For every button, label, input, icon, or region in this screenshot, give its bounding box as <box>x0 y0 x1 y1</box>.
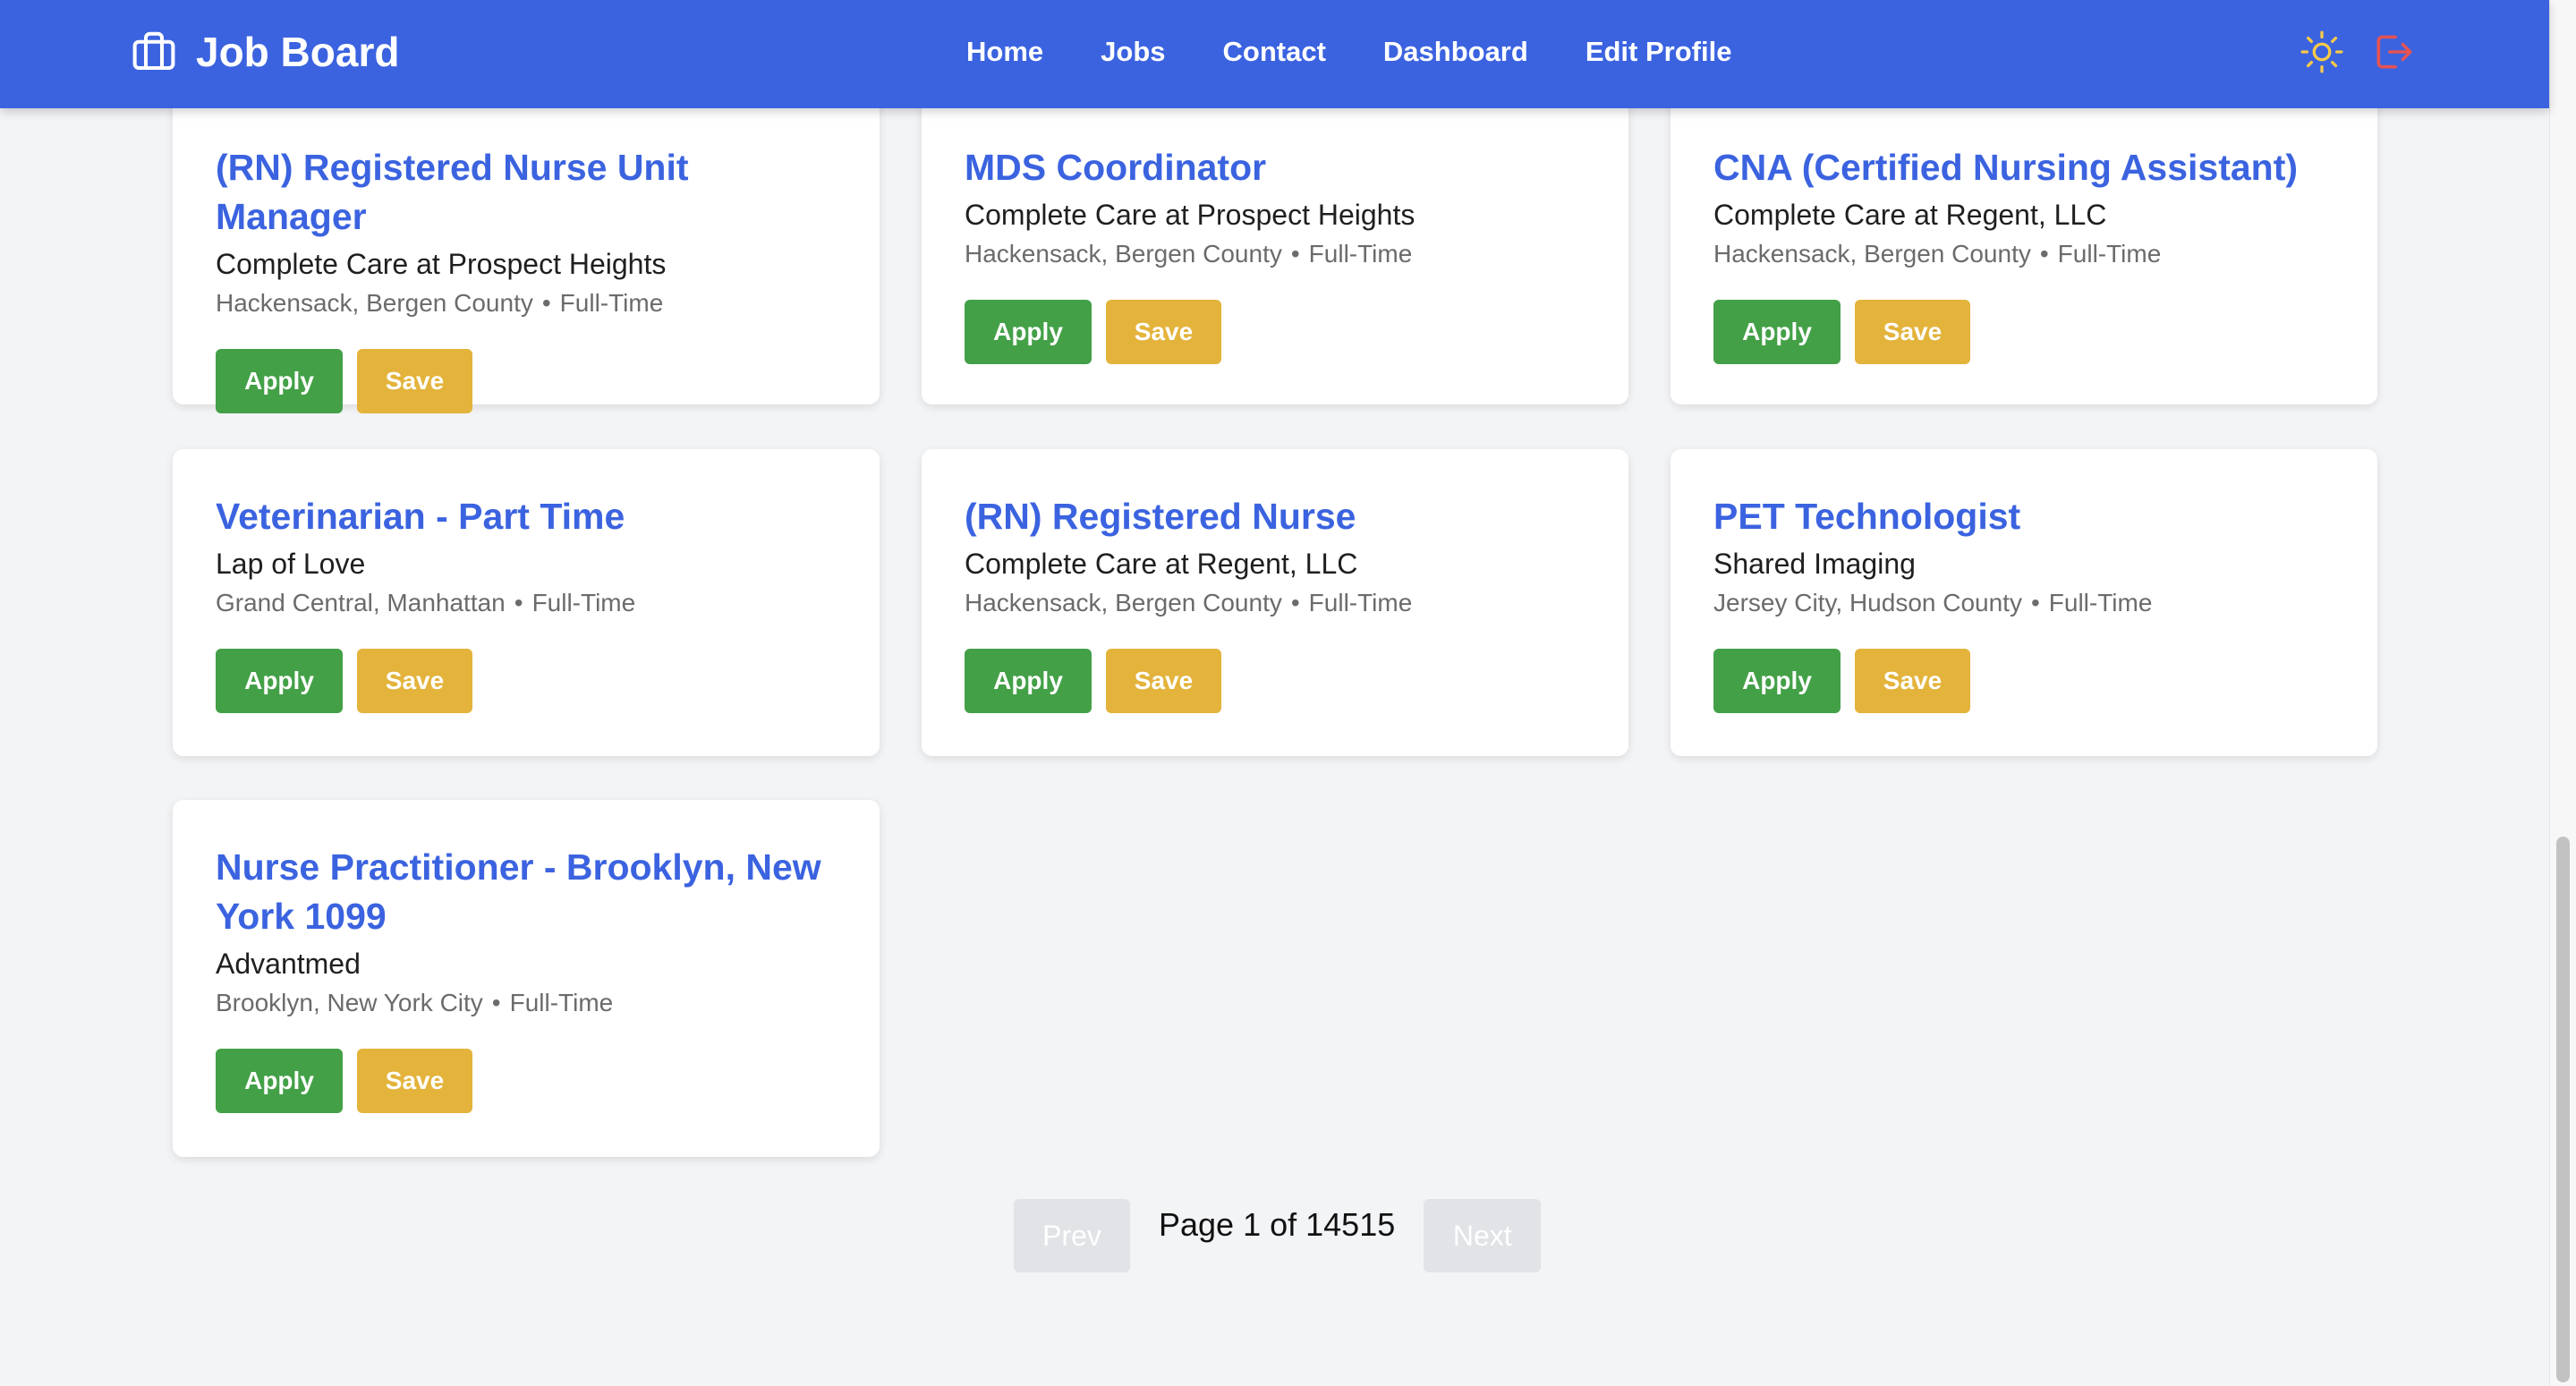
job-card: Nurse Practitioner - Brooklyn, New York … <box>173 800 880 1157</box>
nav-link-edit-profile[interactable]: Edit Profile <box>1586 36 1732 68</box>
job-location: Hackensack, Bergen County <box>1713 240 2031 268</box>
apply-button[interactable]: Apply <box>1713 649 1841 713</box>
next-page-button[interactable]: Next <box>1424 1199 1542 1272</box>
save-button[interactable]: Save <box>1106 300 1221 364</box>
apply-button[interactable]: Apply <box>965 649 1092 713</box>
job-meta: Hackensack, Bergen County • Full-Time <box>1713 240 2162 268</box>
job-meta: Grand Central, Manhattan • Full-Time <box>216 589 636 616</box>
job-title[interactable]: MDS Coordinator <box>965 143 1586 192</box>
job-title[interactable]: PET Technologist <box>1713 492 2334 541</box>
nav-link-contact[interactable]: Contact <box>1223 36 1326 68</box>
theme-toggle-button[interactable] <box>2300 30 2344 74</box>
logout-icon <box>2376 35 2412 69</box>
pagination: Prev Page 1 of 14515 Next <box>1014 1199 1542 1272</box>
scrollbar-thumb[interactable] <box>2556 837 2570 1382</box>
job-meta: Hackensack, Bergen County • Full-Time <box>965 589 1413 616</box>
nav-link-dashboard[interactable]: Dashboard <box>1383 36 1528 68</box>
job-title[interactable]: (RN) Registered Nurse Unit Manager <box>216 143 837 242</box>
job-type: Full-Time <box>559 289 664 317</box>
apply-button[interactable]: Apply <box>216 649 343 713</box>
job-location: Hackensack, Bergen County <box>965 589 1282 616</box>
job-location: Brooklyn, New York City <box>216 989 483 1016</box>
nav-link-jobs[interactable]: Jobs <box>1101 36 1165 68</box>
job-card: (RN) Registered Nurse Unit Manager Compl… <box>173 89 880 413</box>
job-card: MDS Coordinator Complete Care at Prospec… <box>922 89 1628 404</box>
prev-page-button[interactable]: Prev <box>1014 1199 1130 1272</box>
briefcase-icon <box>132 31 175 71</box>
job-company: Complete Care at Prospect Heights <box>965 199 1416 231</box>
job-company: Complete Care at Prospect Heights <box>216 248 667 280</box>
job-meta: Jersey City, Hudson County • Full-Time <box>1713 589 2153 616</box>
job-meta: Brooklyn, New York City • Full-Time <box>216 989 614 1016</box>
job-title[interactable]: (RN) Registered Nurse <box>965 492 1586 541</box>
job-location: Hackensack, Bergen County <box>965 240 1282 268</box>
job-type: Full-Time <box>1308 240 1413 268</box>
job-type: Full-Time <box>2048 589 2153 616</box>
job-card: CNA (Certified Nursing Assistant) Comple… <box>1671 89 2377 404</box>
job-location: Grand Central, Manhattan <box>216 589 506 616</box>
job-title[interactable]: CNA (Certified Nursing Assistant) <box>1713 143 2334 192</box>
save-button[interactable]: Save <box>1855 649 1970 713</box>
job-company: Lap of Love <box>216 548 366 580</box>
save-button[interactable]: Save <box>357 349 472 413</box>
save-button[interactable]: Save <box>357 1049 472 1113</box>
job-type: Full-Time <box>2057 240 2162 268</box>
save-button[interactable]: Save <box>1106 649 1221 713</box>
brand-name: Job Board <box>196 29 400 75</box>
job-company: Advantmed <box>216 948 361 980</box>
job-meta: Hackensack, Bergen County • Full-Time <box>965 240 1413 268</box>
nav-icons <box>2300 27 2416 77</box>
page-indicator: Page 1 of 14515 <box>1159 1206 1396 1243</box>
job-title[interactable]: Veterinarian - Part Time <box>216 492 837 541</box>
job-location: Jersey City, Hudson County <box>1713 589 2022 616</box>
nav-links: Home Jobs Contact Dashboard Edit Profile <box>966 27 1731 77</box>
job-company: Complete Care at Regent, LLC <box>965 548 1358 580</box>
nav-link-home[interactable]: Home <box>966 36 1043 68</box>
job-type: Full-Time <box>509 989 614 1016</box>
sun-icon <box>2300 30 2343 73</box>
job-company: Complete Care at Regent, LLC <box>1713 199 2107 231</box>
logout-button[interactable] <box>2371 30 2416 74</box>
job-card: (RN) Registered Nurse Complete Care at R… <box>922 449 1628 756</box>
apply-button[interactable]: Apply <box>965 300 1092 364</box>
save-button[interactable]: Save <box>1855 300 1970 364</box>
job-title[interactable]: Nurse Practitioner - Brooklyn, New York … <box>216 843 837 941</box>
job-location: Hackensack, Bergen County <box>216 289 533 317</box>
job-company: Shared Imaging <box>1713 548 1916 580</box>
brand[interactable]: Job Board <box>130 25 399 79</box>
job-type: Full-Time <box>1308 589 1413 616</box>
navbar: Job Board Home Jobs Contact Dashboard Ed… <box>0 0 2549 108</box>
save-button[interactable]: Save <box>357 649 472 713</box>
job-card: PET Technologist Shared Imaging Jersey C… <box>1671 449 2377 756</box>
apply-button[interactable]: Apply <box>1713 300 1841 364</box>
apply-button[interactable]: Apply <box>216 1049 343 1113</box>
apply-button[interactable]: Apply <box>216 349 343 413</box>
job-card: Veterinarian - Part Time Lap of Love Gra… <box>173 449 880 756</box>
job-meta: Hackensack, Bergen County • Full-Time <box>216 289 664 317</box>
job-type: Full-Time <box>531 589 636 616</box>
